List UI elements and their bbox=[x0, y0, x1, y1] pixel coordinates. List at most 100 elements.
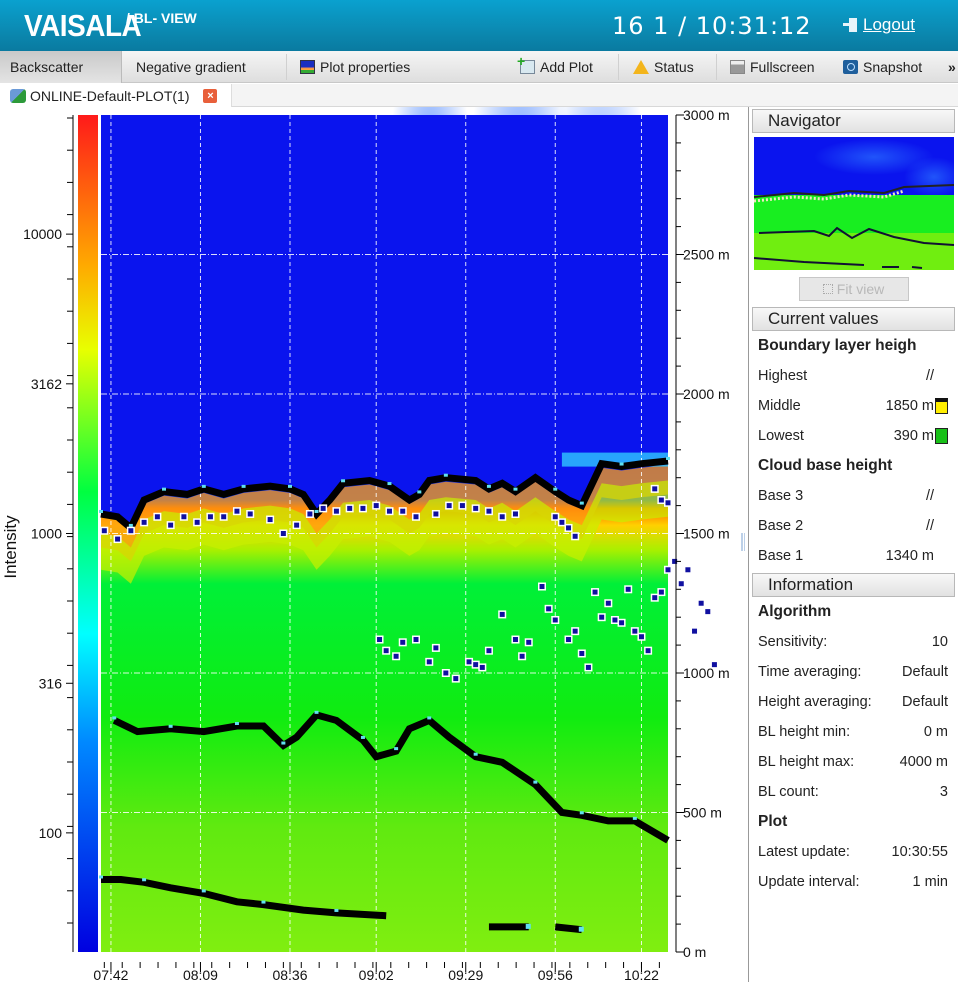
plot-tab-bar: ONLINE-Default-PLOT(1) × bbox=[0, 84, 958, 107]
cloud-base-marker bbox=[585, 664, 591, 670]
y-tick-label: 500 m bbox=[683, 805, 722, 821]
heatmap[interactable] bbox=[99, 107, 719, 952]
algorithm-label: Time averaging: bbox=[758, 664, 862, 680]
y-tick-label: 1000 m bbox=[683, 665, 730, 681]
tab-negative-gradient-label: Negative gradient bbox=[136, 59, 246, 75]
plot-info-row: Latest update: 10:30:55 bbox=[749, 837, 958, 867]
algorithm-heading-text: Algorithm bbox=[758, 603, 832, 620]
add-plot-button[interactable]: Add Plot bbox=[517, 51, 593, 83]
cloud-base-heading: Cloud base height bbox=[749, 451, 958, 481]
fit-view-label: Fit view bbox=[836, 281, 885, 297]
bl-middle-label: Middle bbox=[758, 398, 801, 414]
bl-height-marker bbox=[162, 487, 166, 491]
logout-button[interactable]: Logout bbox=[843, 15, 915, 35]
product-name: / BL- VIEW bbox=[126, 10, 197, 26]
cloud-base-marker bbox=[443, 670, 449, 676]
fullscreen-button[interactable]: Fullscreen bbox=[730, 51, 815, 83]
cloud-base-marker bbox=[652, 595, 658, 601]
status-button[interactable]: Status bbox=[633, 51, 694, 83]
side-panel: Navigator Fit view Current values Bounda… bbox=[748, 107, 958, 982]
x-tick-label: 09:02 bbox=[359, 967, 394, 982]
cloud-base-marker bbox=[685, 567, 691, 573]
toolbar-divider bbox=[618, 54, 619, 80]
toolbar-divider bbox=[286, 54, 287, 80]
close-tab-icon[interactable]: × bbox=[203, 88, 218, 103]
bl-height-marker bbox=[632, 816, 637, 820]
navigator-header[interactable]: Navigator bbox=[752, 109, 955, 133]
colorbar-label: Intensity bbox=[1, 515, 20, 579]
cloud-base-marker bbox=[665, 500, 671, 506]
cloud-base-marker bbox=[194, 519, 200, 525]
current-values-header[interactable]: Current values bbox=[752, 307, 955, 331]
x-tick-label: 09:56 bbox=[538, 967, 573, 982]
bl-height-marker bbox=[525, 923, 531, 929]
base2-label: Base 2 bbox=[758, 518, 804, 534]
tab-negative-gradient[interactable]: Negative gradient bbox=[136, 51, 246, 83]
logout-link[interactable]: Logout bbox=[863, 15, 915, 35]
bl-height-marker bbox=[288, 484, 292, 488]
information-header[interactable]: Information bbox=[752, 573, 955, 597]
bl-height-marker bbox=[579, 501, 584, 505]
algorithm-value: 0 m bbox=[923, 724, 948, 740]
bl-lowest-value: 390 m bbox=[893, 428, 934, 444]
colorbar-tick-label: 3162 bbox=[31, 376, 62, 392]
plot-properties-button[interactable]: Plot properties bbox=[300, 51, 410, 83]
algorithm-row: Time averaging: Default bbox=[749, 657, 958, 687]
cloud-base-marker bbox=[247, 511, 253, 517]
base1-value: 1340 m bbox=[885, 548, 934, 564]
base3-label: Base 3 bbox=[758, 488, 804, 504]
bl-height-marker bbox=[201, 889, 206, 893]
snapshot-button[interactable]: Snapshot bbox=[843, 51, 922, 83]
add-plot-label: Add Plot bbox=[540, 59, 593, 75]
cloud-base-marker bbox=[499, 514, 505, 520]
cloud-base-marker bbox=[665, 567, 671, 573]
cloud-base-marker bbox=[552, 514, 558, 520]
fullscreen-icon bbox=[730, 60, 745, 74]
cloud-base-marker bbox=[592, 589, 598, 595]
bl-height-marker bbox=[513, 487, 518, 491]
cloud-base-marker bbox=[645, 648, 651, 654]
cloud-base-marker bbox=[267, 517, 273, 523]
plot-heading: Plot bbox=[749, 807, 958, 837]
cloud-base-marker bbox=[552, 617, 558, 623]
cloud-base-marker bbox=[599, 614, 605, 620]
cloud-base-marker bbox=[658, 497, 664, 503]
cloud-base-marker bbox=[499, 611, 505, 617]
navigator-thumbnail[interactable] bbox=[754, 137, 954, 270]
x-tick-label: 10:22 bbox=[624, 967, 659, 982]
colorbar: 10000 3162 1000 316 100 Intensity bbox=[1, 115, 98, 952]
bl-row-middle: Middle 1850 m bbox=[749, 391, 958, 421]
plot-info-value: 1 min bbox=[912, 874, 948, 890]
base1-label: Base 1 bbox=[758, 548, 804, 564]
cloud-base-marker bbox=[652, 486, 658, 492]
tab-backscatter[interactable]: Backscatter bbox=[0, 51, 122, 83]
backscatter-chart[interactable]: 10000 3162 1000 316 100 Intensity 07:42 08:09 0… bbox=[0, 107, 745, 982]
cloud-base-marker bbox=[705, 609, 711, 615]
plot-tab[interactable]: ONLINE-Default-PLOT(1) × bbox=[0, 84, 232, 107]
plot-info-label: Latest update: bbox=[758, 844, 850, 860]
cloud-base-marker bbox=[115, 536, 121, 542]
more-button[interactable]: » bbox=[948, 51, 956, 83]
cloud-base-marker bbox=[141, 519, 147, 525]
y-tick-label: 1500 m bbox=[683, 526, 730, 542]
plot-area[interactable]: 10000 3162 1000 316 100 Intensity 07:42 08:09 0… bbox=[0, 107, 745, 982]
cloud-base-marker bbox=[612, 617, 618, 623]
bl-height-marker bbox=[427, 716, 432, 720]
cloud-base-marker bbox=[546, 606, 552, 612]
bl-height-fragment bbox=[554, 923, 583, 934]
base2-value: // bbox=[925, 518, 934, 534]
cloud-base-marker bbox=[347, 505, 353, 511]
plot-info-label: Update interval: bbox=[758, 874, 860, 890]
bl-height-marker bbox=[486, 484, 491, 488]
cloud-base-marker bbox=[638, 634, 644, 640]
fit-view-button[interactable]: Fit view bbox=[798, 277, 909, 301]
x-tick-label: 07:42 bbox=[93, 967, 128, 982]
x-tick-label: 08:09 bbox=[183, 967, 218, 982]
cloud-base-marker bbox=[512, 511, 518, 517]
plot-properties-label: Plot properties bbox=[320, 59, 411, 75]
bl-height-marker bbox=[142, 878, 147, 882]
algorithm-value: Default bbox=[902, 694, 948, 710]
plot-tab-label: ONLINE-Default-PLOT(1) bbox=[30, 87, 190, 104]
cloud-base-marker bbox=[572, 533, 578, 539]
cloud-base-marker bbox=[154, 514, 160, 520]
